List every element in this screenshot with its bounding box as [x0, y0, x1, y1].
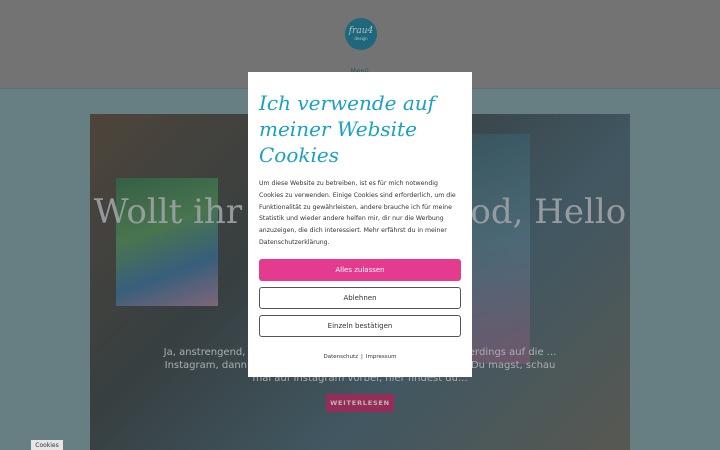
reject-button[interactable]: Ablehnen — [259, 286, 461, 309]
cookie-dialog-links: Datenschutz | Impressum — [248, 354, 472, 360]
accept-all-button[interactable]: Alles zulassen — [259, 258, 461, 281]
link-separator: | — [361, 354, 363, 360]
privacy-link[interactable]: Datenschutz — [324, 354, 359, 360]
imprint-link[interactable]: Impressum — [366, 354, 397, 360]
cookie-consent-dialog: Ich verwende auf meiner Website Cookies … — [248, 72, 472, 377]
confirm-selection-button[interactable]: Einzeln bestätigen — [259, 314, 461, 337]
cookie-dialog-title: Ich verwende auf meiner Website Cookies — [259, 91, 436, 167]
cookie-dialog-text: Um diese Website zu betreiben, ist es fü… — [259, 180, 456, 246]
cookie-settings-tab[interactable]: Cookies — [31, 440, 63, 450]
